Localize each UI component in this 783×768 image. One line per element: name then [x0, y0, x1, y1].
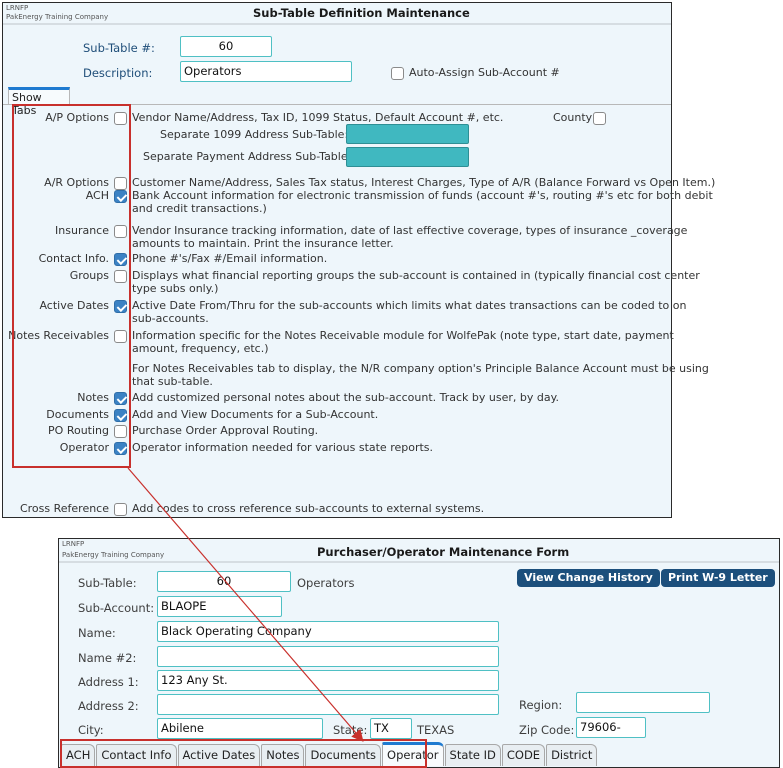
tab-show-tabs[interactable]: Show Tabs — [8, 87, 70, 117]
sub-table-input[interactable]: 60 — [180, 36, 272, 57]
option-description: Vendor Name/Address, Tax ID, 1099 Status… — [132, 111, 504, 124]
option-description: Bank Account information for electronic … — [132, 189, 713, 202]
address1-label: Address 1: — [78, 675, 139, 689]
tab-district[interactable]: District — [546, 744, 598, 766]
option-description: For Notes Receivables tab to display, th… — [132, 362, 709, 375]
option-description: Phone #'s/Fax #/Email information. — [132, 252, 328, 265]
city-label: City: — [78, 723, 104, 737]
option-description: Active Date From/Thru for the sub-accoun… — [132, 299, 687, 312]
print-w9-letter-button[interactable]: Print W-9 Letter — [661, 569, 775, 587]
company-name: PakEnergy Training Company — [62, 551, 165, 559]
sub-account-label: Sub-Account: — [78, 601, 155, 615]
window-title: Sub-Table Definition Maintenance — [253, 6, 470, 20]
title-bar: LRNFP PakEnergy Training Company Purchas… — [59, 539, 779, 563]
name2-label: Name #2: — [78, 651, 137, 665]
option-description: Vendor Insurance tracking information, d… — [132, 224, 688, 237]
sub-table-definition-window: LRNFP PakEnergy Training Company Sub-Tab… — [2, 2, 715, 518]
option-label: Cross Reference — [19, 502, 109, 515]
sub-table-label: Sub-Table #: — [83, 41, 155, 55]
company-code: LRNFP — [6, 4, 29, 12]
company-name: PakEnergy Training Company — [6, 13, 109, 21]
sub-table-input[interactable]: 60 — [157, 571, 291, 592]
option-description: amount, frequency, etc.) — [132, 342, 269, 355]
name-label: Name: — [78, 626, 116, 640]
sub-table-label: Sub-Table: — [78, 576, 137, 590]
option-description: that sub-table. — [132, 375, 213, 388]
option-description: amounts to maintain. Print the insurance… — [132, 237, 394, 250]
sub-table-description: Operators — [297, 576, 355, 590]
option-description: Add and View Documents for a Sub-Account… — [132, 408, 379, 421]
state-label: State: — [333, 723, 368, 737]
state-input[interactable]: TX — [370, 718, 412, 739]
option-description: Add codes to cross reference sub-account… — [132, 502, 485, 515]
separate-1099-label: Separate 1099 Address Sub-Table: — [160, 128, 349, 141]
company-code: LRNFP — [62, 540, 85, 548]
option-description: Purchase Order Approval Routing. — [132, 424, 319, 437]
option-description: and credit transactions.) — [132, 202, 267, 215]
option-description: Add customized personal notes about the … — [132, 391, 560, 404]
option-description: Customer Name/Address, Sales Tax status,… — [132, 176, 716, 189]
option-description: type subs only.) — [132, 282, 219, 295]
tab-state-id[interactable]: State ID — [444, 744, 501, 766]
highlight-box-options — [12, 104, 131, 468]
address1-input[interactable]: 123 Any St. — [157, 670, 499, 691]
option-description: Operator information needed for various … — [132, 441, 434, 454]
tab-code[interactable]: CODE — [501, 744, 546, 766]
description-input[interactable]: Operators — [180, 61, 352, 82]
region-label: Region: — [519, 698, 563, 712]
separate-payment-label: Separate Payment Address Sub-Table: — [143, 150, 352, 163]
title-bar: LRNFP PakEnergy Training Company Sub-Tab… — [3, 3, 671, 25]
auto-assign-checkbox[interactable] — [391, 67, 404, 80]
description-label: Description: — [83, 66, 153, 80]
separate-1099-input[interactable] — [346, 124, 469, 144]
county-label: County — [553, 111, 593, 124]
auto-assign-label: Auto-Assign Sub-Account # — [409, 66, 560, 79]
name-input[interactable]: Black Operating Company — [157, 621, 499, 642]
highlight-box-tabs — [60, 739, 427, 768]
purchaser-operator-window: LRNFP PakEnergy Training Company Purchas… — [58, 538, 780, 768]
name2-input[interactable] — [157, 646, 499, 667]
separate-payment-input[interactable] — [346, 147, 469, 167]
zip-code-input[interactable]: 79606- — [576, 717, 646, 738]
county-checkbox[interactable] — [593, 112, 606, 125]
option-description: sub-accounts. — [132, 312, 209, 325]
state-name: TEXAS — [417, 723, 455, 737]
window-title: Purchaser/Operator Maintenance Form — [317, 545, 570, 559]
region-input[interactable] — [576, 692, 710, 713]
address2-input[interactable] — [157, 694, 499, 715]
zip-code-label: Zip Code: — [519, 723, 575, 737]
option-description: Information specific for the Notes Recei… — [132, 329, 674, 342]
address2-label: Address 2: — [78, 699, 139, 713]
city-input[interactable]: Abilene — [157, 718, 323, 739]
sub-account-input[interactable]: BLAOPE — [157, 596, 282, 617]
option-checkbox[interactable] — [114, 503, 127, 516]
option-description: Displays what financial reporting groups… — [132, 269, 700, 282]
view-change-history-button[interactable]: View Change History — [517, 569, 660, 587]
